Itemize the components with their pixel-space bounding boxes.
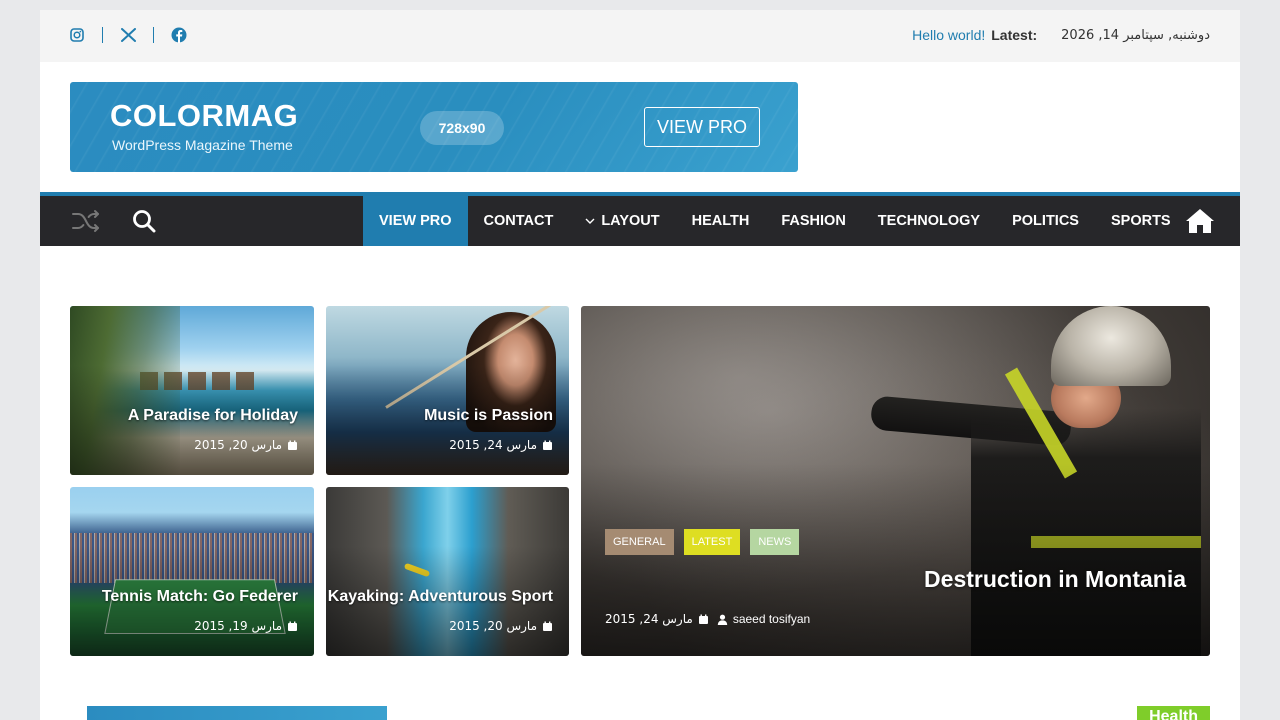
tile-date: مارس 19, 2015 — [194, 619, 298, 633]
featured-categories: GENERAL LATEST NEWS — [605, 529, 809, 555]
tile-date-text: مارس 20, 2015 — [449, 619, 537, 633]
featured-date: مارس 24, 2015 — [605, 612, 709, 626]
nav-menu: VIEW PRO CONTACT LAYOUT HEALTH FASHION T… — [363, 196, 1187, 246]
latest-label: Latest: — [991, 27, 1038, 43]
nav-item-sports[interactable]: SPORTS — [1095, 196, 1187, 246]
latest-post-link[interactable]: Hello world! — [912, 27, 985, 43]
calendar-icon — [542, 621, 553, 632]
chevron-down-icon — [585, 218, 595, 225]
featured-meta: مارس 24, 2015 saeed tosifyan — [605, 612, 818, 626]
tile-title[interactable]: Tennis Match: Go Federer — [102, 588, 298, 606]
nav-item-label: TECHNOLOGY — [877, 213, 981, 229]
tile-title[interactable]: Kayaking: Adventurous Sport — [328, 588, 553, 606]
banner-logo: COLORMAG — [110, 98, 299, 133]
featured-post[interactable]: GENERAL LATEST NEWS Destruction in Monta… — [581, 306, 1210, 656]
nav-item-view-pro[interactable]: VIEW PRO — [363, 196, 468, 246]
nav-item-label: LAYOUT — [601, 213, 660, 229]
nav-item-contact[interactable]: CONTACT — [468, 196, 570, 246]
x-icon[interactable] — [119, 26, 137, 44]
nav-item-politics[interactable]: POLITICS — [996, 196, 1095, 246]
featured-overlay — [581, 306, 1210, 656]
tile-title[interactable]: Music is Passion — [424, 407, 553, 425]
tile-date-text: مارس 24, 2015 — [449, 438, 537, 452]
top-bar: دوشنبه, سپتامبر 14, 2026 Latest: Hello w… — [40, 10, 1240, 62]
search-icon[interactable] — [128, 205, 160, 237]
tile-date-text: مارس 20, 2015 — [194, 438, 282, 452]
post-tile[interactable]: A Paradise for Holiday مارس 20, 2015 — [70, 306, 314, 475]
tile-date-text: مارس 19, 2015 — [194, 619, 282, 633]
post-tile[interactable]: Tennis Match: Go Federer مارس 19, 2015 — [70, 487, 314, 656]
category-badge-general[interactable]: GENERAL — [605, 529, 674, 555]
tile-date: مارس 24, 2015 — [449, 438, 553, 452]
home-icon[interactable] — [1184, 205, 1216, 237]
banner-size-pill: 728x90 — [420, 111, 504, 145]
social-links — [68, 24, 188, 46]
featured-author[interactable]: saeed tosifyan — [717, 612, 810, 626]
calendar-icon — [287, 621, 298, 632]
nav-item-label: HEALTH — [691, 213, 750, 229]
calendar-icon — [698, 614, 709, 625]
instagram-icon[interactable] — [68, 26, 86, 44]
social-separator — [102, 27, 103, 43]
header-ad-banner[interactable]: COLORMAG WordPress Magazine Theme 728x90… — [70, 82, 798, 172]
featured-date-text: مارس 24, 2015 — [605, 612, 693, 626]
tile-title[interactable]: A Paradise for Holiday — [128, 407, 298, 425]
content-ad-banner[interactable] — [87, 706, 387, 720]
health-section-badge[interactable]: Health — [1137, 706, 1210, 720]
page: دوشنبه, سپتامبر 14, 2026 Latest: Hello w… — [40, 10, 1240, 720]
social-separator — [153, 27, 154, 43]
category-badge-latest[interactable]: LATEST — [683, 529, 741, 555]
tile-date: مارس 20, 2015 — [449, 619, 553, 633]
category-badge-news[interactable]: NEWS — [750, 529, 800, 555]
banner-tagline: WordPress Magazine Theme — [112, 137, 293, 153]
calendar-icon — [287, 440, 298, 451]
nav-item-label: CONTACT — [483, 213, 554, 229]
nav-item-fashion[interactable]: FASHION — [765, 196, 861, 246]
nav-item-label: SPORTS — [1110, 213, 1171, 229]
post-tile[interactable]: Kayaking: Adventurous Sport مارس 20, 201… — [326, 487, 569, 656]
tile-date: مارس 20, 2015 — [194, 438, 298, 452]
nav-item-health[interactable]: HEALTH — [676, 196, 766, 246]
top-info: دوشنبه, سپتامبر 14, 2026 Latest: Hello w… — [912, 24, 1210, 46]
main-navigation: VIEW PRO CONTACT LAYOUT HEALTH FASHION T… — [40, 192, 1240, 246]
nav-tools — [70, 196, 160, 246]
nav-item-label: POLITICS — [1012, 213, 1079, 229]
featured-author-name: saeed tosifyan — [732, 612, 811, 626]
nav-item-label: VIEW PRO — [379, 213, 452, 229]
shuffle-icon[interactable] — [70, 205, 102, 237]
nav-item-label: FASHION — [781, 213, 846, 229]
banner-view-pro-button[interactable]: VIEW PRO — [644, 107, 760, 147]
nav-item-technology[interactable]: TECHNOLOGY — [862, 196, 996, 246]
nav-item-layout[interactable]: LAYOUT — [569, 196, 675, 246]
post-tile[interactable]: Music is Passion مارس 24, 2015 — [326, 306, 569, 475]
featured-title[interactable]: Destruction in Montania — [924, 566, 1186, 593]
user-icon — [717, 614, 728, 625]
facebook-icon[interactable] — [170, 26, 188, 44]
current-date: دوشنبه, سپتامبر 14, 2026 — [1061, 27, 1210, 43]
calendar-icon — [542, 440, 553, 451]
